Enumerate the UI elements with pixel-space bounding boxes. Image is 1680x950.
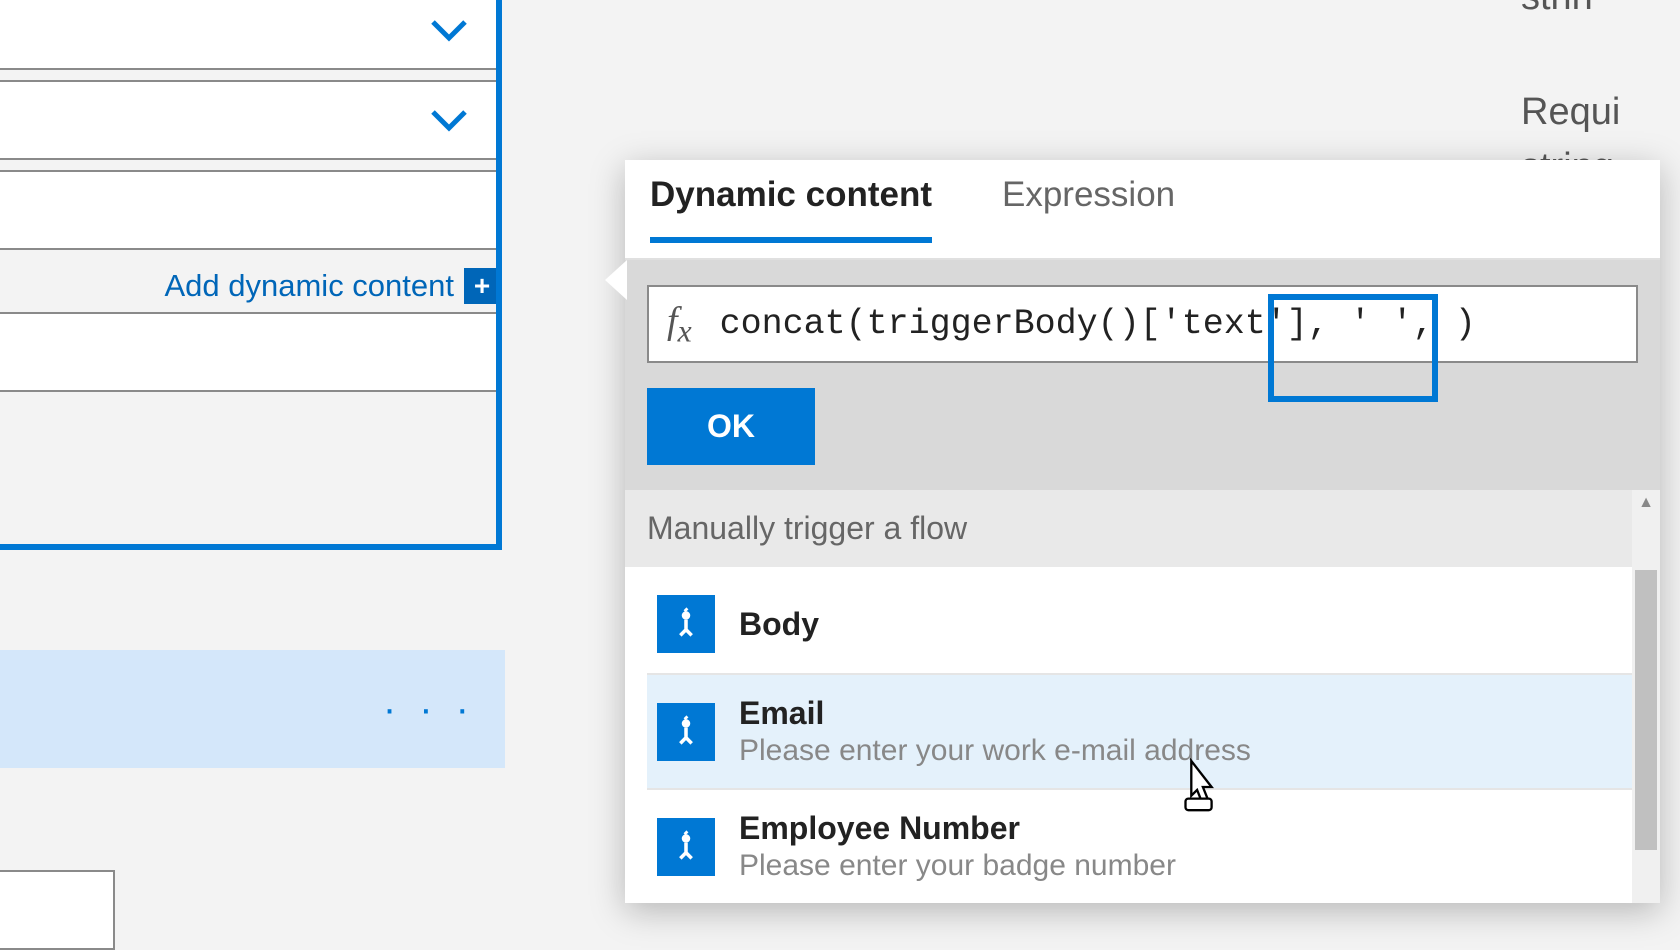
list-item[interactable]: Email Please enter your work e-mail addr… — [647, 675, 1638, 790]
item-title: Employee Number — [739, 810, 1176, 847]
item-title: Body — [739, 606, 819, 643]
ellipsis-icon[interactable]: · · · — [383, 687, 475, 732]
list-item[interactable]: Body — [647, 575, 1638, 675]
section-header: Manually trigger a flow — [625, 490, 1660, 567]
chevron-down-icon[interactable] — [425, 96, 473, 144]
scrollbar[interactable]: ▲ — [1632, 490, 1660, 903]
scroll-up-icon[interactable]: ▲ — [1632, 490, 1660, 516]
expression-input[interactable]: fx concat(triggerBody()['text'], ' ', ) — [647, 285, 1638, 363]
expression-bar: fx concat(triggerBody()['text'], ' ', ) — [625, 260, 1660, 388]
scroll-thumb[interactable] — [1635, 570, 1657, 850]
tabs: Dynamic content Expression — [625, 160, 1660, 260]
chevron-down-icon[interactable] — [425, 6, 473, 54]
form-card: Add dynamic content + — [0, 0, 500, 392]
dynamic-content-popup: Dynamic content Expression fx concat(tri… — [625, 160, 1660, 903]
tab-expression[interactable]: Expression — [1002, 175, 1175, 243]
add-dynamic-content-link[interactable]: Add dynamic content + — [0, 260, 500, 312]
list-item[interactable]: Employee Number Please enter your badge … — [647, 790, 1638, 903]
form-field[interactable] — [0, 170, 500, 250]
trigger-icon — [657, 818, 715, 876]
dynamic-items-list: Body Email Please enter your work e-mail… — [625, 567, 1660, 903]
form-field[interactable] — [0, 0, 500, 70]
form-field[interactable] — [0, 80, 500, 160]
cursor-pointer-icon — [1175, 758, 1225, 821]
trigger-icon — [657, 595, 715, 653]
action-step-card[interactable]: · · · — [0, 650, 505, 768]
fx-icon: fx — [667, 299, 692, 350]
form-field[interactable] — [0, 312, 500, 392]
partial-field[interactable]: e — [0, 870, 115, 950]
item-subtitle: Please enter your badge number — [739, 849, 1176, 883]
tab-dynamic-content[interactable]: Dynamic content — [650, 175, 932, 243]
expression-value: concat(triggerBody()['text'], ' ', ) — [720, 304, 1476, 344]
popup-pointer — [605, 260, 627, 300]
trigger-icon — [657, 703, 715, 761]
ok-row: OK — [625, 388, 1660, 490]
ok-button[interactable]: OK — [647, 388, 815, 465]
add-dynamic-content-label: Add dynamic content — [164, 268, 454, 304]
plus-icon: + — [464, 268, 500, 304]
item-title: Email — [739, 695, 1251, 732]
